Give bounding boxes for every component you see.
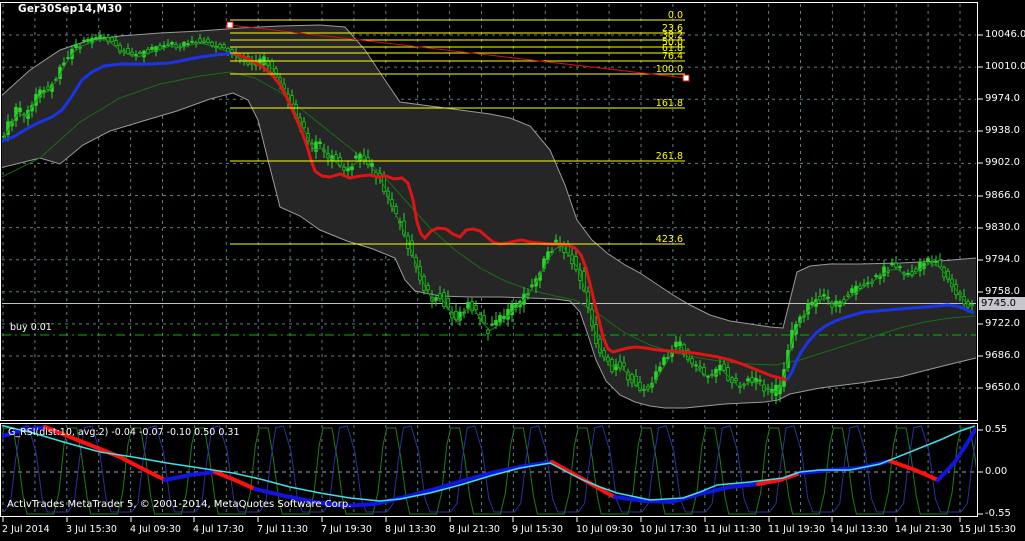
fib-level-label: 0.0: [668, 10, 683, 21]
time-tick-label: 15 Jul 15:30: [959, 524, 1016, 535]
price-tick-label: 9794.0: [985, 254, 1020, 265]
fib-level-label: 261.8: [656, 151, 683, 162]
time-tick-label: 8 Jul 13:30: [385, 524, 436, 535]
chart-canvas[interactable]: 0.023.638.250.061.876.4100.0161.8261.842…: [0, 0, 1025, 541]
fib-level-label: 423.6: [656, 234, 683, 245]
price-tick-label: 9722.0: [985, 318, 1020, 329]
time-tick-label: 11 Jul 19:30: [768, 524, 825, 535]
fib-anchor-handle[interactable]: [682, 74, 690, 82]
time-tick-label: 10 Jul 17:30: [640, 524, 697, 535]
time-tick-label: 4 Jul 09:30: [130, 524, 181, 535]
price-tick-label: 9866.0: [985, 190, 1020, 201]
main-plot[interactable]: [0, 24, 976, 409]
time-tick-label: 7 Jul 19:30: [321, 524, 372, 535]
current-price-badge: 9745.0: [979, 297, 1025, 310]
time-tick-label: 2 Jul 2014: [2, 524, 50, 535]
fib-level-label: 161.8: [656, 98, 683, 109]
rsi-signal-ribbon: [213, 470, 257, 491]
copyright-label: ActivTrades MetaTrader 5, © 2001-2014, M…: [7, 499, 352, 510]
price-tick-label: 9830.0: [985, 222, 1020, 233]
price-tick-label: 10010.0: [985, 61, 1025, 72]
price-tick-label: 9902.0: [985, 157, 1020, 168]
time-tick-label: 8 Jul 21:30: [449, 524, 500, 535]
time-tick-label: 14 Jul 21:30: [895, 524, 952, 535]
indicator-label: G_RSI(dist:10, avg:2) -0.04 -0.07 -0.10 …: [8, 427, 240, 438]
time-tick-label: 10 Jul 09:30: [576, 524, 633, 535]
price-tick-label: 9758.0: [985, 286, 1020, 297]
time-tick-label: 9 Jul 15:30: [512, 524, 563, 535]
time-tick-label: 11 Jul 11:30: [704, 524, 761, 535]
symbol-timeframe-label: Ger30Sep14,M30: [18, 3, 123, 15]
price-tick-label: 9650.0: [985, 382, 1020, 393]
rsi-signal-ribbon: [163, 470, 217, 482]
price-tick-label: 9938.0: [985, 125, 1020, 136]
time-tick-label: 14 Jul 13:30: [831, 524, 888, 535]
time-tick-label: 7 Jul 11:30: [257, 524, 308, 535]
fib-anchor-handle[interactable]: [226, 21, 234, 29]
price-tick-label: 9974.0: [985, 93, 1020, 104]
indicator-tick-label: 0.55: [985, 424, 1008, 435]
price-tick-label: 10046.0: [985, 29, 1025, 40]
position-label[interactable]: buy 0.01: [10, 322, 52, 333]
price-tick-label: 9686.0: [985, 350, 1020, 361]
mt5-chart-window: 0.0 23.6 38.2 50.0 61.8 76.4 100.0 161.8 261.8 42…: [0, 0, 1025, 541]
rsi-signal-ribbon: [613, 482, 760, 505]
indicator-tick-label: 0.00: [985, 466, 1008, 477]
fib-level-label: 100.0: [656, 64, 683, 75]
fib-level-label: 76.4: [662, 51, 683, 62]
time-tick-label: 3 Jul 15:30: [66, 524, 117, 535]
time-tick-label: 4 Jul 17:30: [193, 524, 244, 535]
indicator-tick-label: -0.55: [985, 508, 1011, 519]
